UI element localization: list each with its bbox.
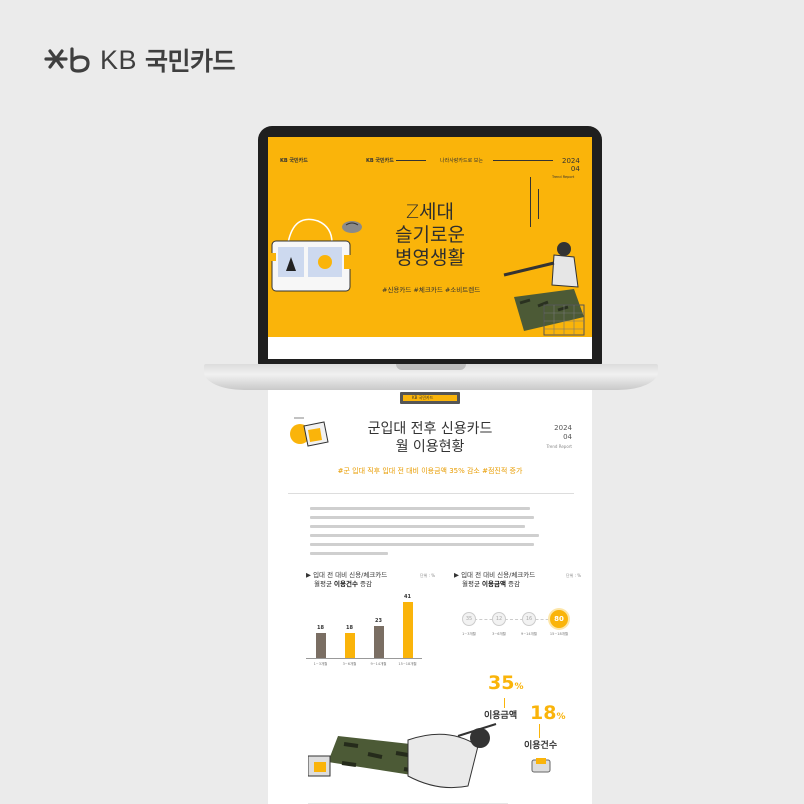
bar-value-label: 18 (346, 625, 353, 632)
screen-white-strip (268, 337, 592, 359)
screen-date: 2024 04 (562, 157, 580, 173)
screen-header-rule-2 (493, 160, 553, 161)
soldier-illustration (308, 723, 508, 804)
value-circle: 12 (492, 612, 506, 626)
circle-category-label: 9~14개월 (520, 632, 538, 636)
bar (402, 601, 413, 658)
pct-amount: 35% (488, 672, 524, 694)
laptop-notch (396, 364, 466, 370)
document-page: KB 국민카드 군입대 전후 신용카드 월 이용현황 2024 04 Trend… (268, 390, 592, 804)
bar (315, 633, 326, 658)
brand-korean: 국민카드 (145, 47, 236, 76)
document-tab: KB 국민카드 (400, 392, 460, 404)
brand-logo: KB 국민카드 (42, 42, 236, 78)
bar-category-label: 15~18개월 (398, 662, 417, 666)
circle-category-label: 15~18개월 (549, 632, 569, 636)
connector-line (504, 698, 505, 708)
connector-line (539, 724, 540, 738)
pct-count-label: 이용건수 (524, 741, 558, 751)
kb-star-logo-icon (44, 47, 90, 73)
screen-header-rule (396, 160, 426, 161)
circle-category-label: 1~3개월 (462, 632, 476, 636)
bar-axis (306, 658, 422, 659)
screen-logo: KB 국민카드 (280, 158, 308, 164)
bar-value-label: 23 (375, 618, 382, 625)
chart-right-unit: 단위 : % (566, 573, 582, 578)
screen-header-right: 나라사랑카드로 보는 (440, 158, 483, 164)
wallet-icon (531, 758, 551, 773)
bar-category-label: 1~3개월 (313, 662, 328, 666)
bar-value-label: 41 (404, 593, 411, 600)
circle-category-label: 3~6개월 (492, 632, 506, 636)
bar-category-label: 9~14개월 (370, 662, 387, 666)
document-subtitle: #군 입대 직후 입대 전 대비 이용금액 35% 감소 #점진적 증가 (337, 467, 523, 475)
bar (344, 633, 355, 658)
brand-latin: KB (100, 44, 138, 75)
document-date: 2024 04 Trend Report (546, 424, 572, 449)
screen-title: Z세대 슬기로운 병영생활 (395, 201, 465, 269)
bar (373, 626, 384, 658)
deco-line (530, 177, 531, 227)
pct-count: 18% (530, 702, 566, 724)
laptop-screen: KB 국민카드 KB 국민카드 나라사랑카드로 보는 2024 04 Trend… (268, 137, 592, 359)
document-divider (288, 493, 574, 494)
value-circle: 80 (550, 610, 568, 628)
screen-tags: #신용카드 #체크카드 #소비트렌드 (382, 286, 481, 294)
circle-chart-usage-amount: 35 1~3개월 12 3~6개월 16 9~14개월 80 15~18개월 (454, 610, 574, 650)
chart-right-heading: ▶ 입대 전 대비 신용/체크카드 월평균 이용금액 증감 (454, 571, 536, 588)
deco-line (538, 189, 539, 219)
bar-chart-usage-count: 18 1~3개월 18 3~6개월 23 9~14개월 41 15~18개월 (306, 586, 422, 676)
chart-left-unit: 단위 : % (420, 573, 436, 578)
value-circle: 35 (462, 612, 476, 626)
document-title: 군입대 전후 신용카드 월 이용현황 (367, 421, 493, 455)
screen-header-left: KB 국민카드 (366, 158, 394, 164)
shopping-illustration (268, 218, 362, 292)
value-circle: 16 (522, 612, 536, 626)
bar-category-label: 3~6개월 (342, 662, 357, 666)
bar-value-label: 18 (317, 625, 324, 632)
screen-report-label: Trend Report (552, 175, 575, 179)
circle-connector (464, 619, 564, 620)
document-paragraph (310, 507, 554, 555)
